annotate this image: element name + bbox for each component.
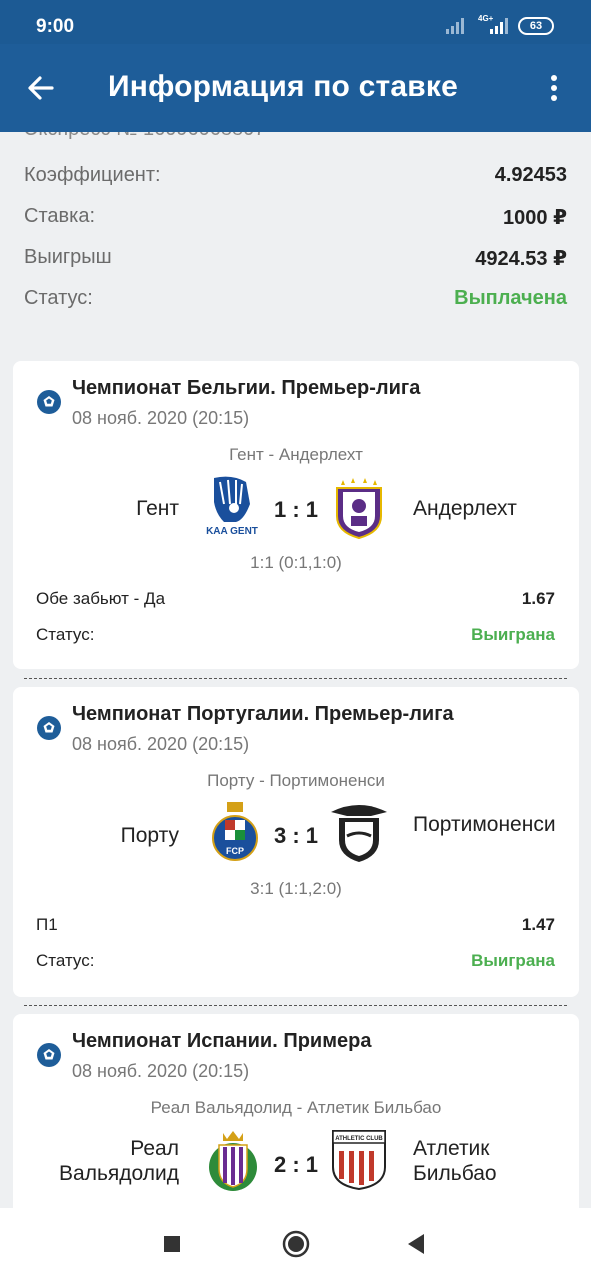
athletic-bilbao-logo-icon: ATHLETIC CLUB <box>332 1130 386 1191</box>
summary-value: 1000 ₽ <box>503 207 567 229</box>
divider <box>24 678 567 679</box>
battery-indicator: 63 <box>518 17 554 35</box>
event-date: 08 нояб. 2020 (20:15) <box>72 734 250 754</box>
home-team: Реал Вальядолид <box>59 1137 179 1185</box>
soccer-ball-icon <box>37 716 61 740</box>
app-bar: Информация по ставке <box>0 44 591 132</box>
home-icon[interactable] <box>280 1228 312 1260</box>
event-card[interactable]: Чемпионат Португалии. Премьер-лига 08 но… <box>13 687 579 997</box>
score-detail: 3:1 (1:1,2:0) <box>250 879 342 898</box>
match-title: Порту - Портимоненси <box>207 771 385 790</box>
score-detail: 1:1 (0:1,1:0) <box>250 553 342 572</box>
summary-row-status: Статус: Выплачена <box>24 287 567 310</box>
summary-label: Коэффициент: <box>24 164 161 186</box>
away-team: Портимоненси <box>413 813 556 836</box>
portimonense-logo-icon <box>331 805 387 862</box>
signal-icon <box>490 18 508 34</box>
bet-row: Обе забьют - Да 1.67 <box>36 589 555 609</box>
league-name: Чемпионат Португалии. Премьер-лига <box>72 703 454 725</box>
bet-odds: 1.67 <box>521 589 555 608</box>
match-title: Гент - Андерлехт <box>229 445 363 464</box>
status-badge: Выплачена <box>454 287 567 309</box>
soccer-ball-icon <box>37 1043 61 1067</box>
status-time: 9:00 <box>36 16 75 37</box>
gent-logo-text: KAA GENT <box>206 526 258 537</box>
status-badge: Выиграна <box>471 625 555 644</box>
gent-logo-icon: KAA GENT <box>206 476 258 537</box>
bet-odds: 1.47 <box>521 915 555 934</box>
status-bar: 9:00 4G+ 63 <box>0 0 591 44</box>
divider <box>24 1005 567 1006</box>
athletic-logo-text: ATHLETIC CLUB <box>335 1136 383 1142</box>
page-title: Информация по ставке <box>108 70 458 103</box>
arrow-left-icon[interactable] <box>22 68 62 108</box>
status-row: Статус: Выиграна <box>36 625 555 645</box>
system-nav-bar <box>0 1208 591 1280</box>
more-vertical-icon[interactable] <box>540 70 568 106</box>
summary-row-coefficient: Коэффициент: 4.92453 <box>24 164 567 187</box>
away-team: Атлетик Бильбао <box>413 1137 497 1185</box>
back-icon[interactable] <box>402 1228 434 1260</box>
summary-value: 4924.53 ₽ <box>475 248 567 270</box>
summary-row-payout: Выигрыш 4924.53 ₽ <box>24 246 567 270</box>
bet-label: П1 <box>36 915 58 934</box>
signal-icon <box>446 18 464 34</box>
match-score: 1 : 1 <box>273 497 319 522</box>
summary-label: Статус: <box>24 287 93 309</box>
home-team: Порту <box>120 824 179 847</box>
summary-label: Ставка: <box>24 205 95 227</box>
match-score: 2 : 1 <box>273 1152 319 1177</box>
anderlecht-logo-icon <box>336 478 382 540</box>
event-date: 08 нояб. 2020 (20:15) <box>72 408 250 428</box>
status-badge: Выиграна <box>471 951 555 970</box>
match-score: 3 : 1 <box>273 823 319 848</box>
event-card[interactable]: Чемпионат Испании. Примера 08 нояб. 2020… <box>13 1014 579 1234</box>
bet-summary: Экспресс № 16096068807 Коэффициент: 4.92… <box>0 132 591 348</box>
summary-row-stake: Ставка: 1000 ₽ <box>24 205 567 229</box>
status-label: Статус: <box>36 951 95 970</box>
bet-label: Обе забьют - Да <box>36 589 166 608</box>
status-row: Статус: Выиграна <box>36 951 555 971</box>
league-name: Чемпионат Бельгии. Премьер-лига <box>72 377 421 399</box>
league-name: Чемпионат Испании. Примера <box>72 1030 372 1052</box>
event-date: 08 нояб. 2020 (20:15) <box>72 1061 250 1081</box>
bet-type-label: Экспресс № 16096068807 <box>24 132 265 141</box>
porto-logo-text: FCP <box>226 846 244 856</box>
status-label: Статус: <box>36 625 95 644</box>
event-card[interactable]: Чемпионат Бельгии. Премьер-лига 08 нояб.… <box>13 361 579 669</box>
away-team: Андерлехт <box>413 497 517 520</box>
soccer-ball-icon <box>37 390 61 414</box>
recent-apps-icon[interactable] <box>156 1228 188 1260</box>
match-title: Реал Вальядолид - Атлетик Бильбао <box>150 1098 442 1117</box>
bet-row: П1 1.47 <box>36 915 555 935</box>
summary-label: Выигрыш <box>24 246 112 268</box>
home-team: Гент <box>136 497 179 520</box>
summary-value: 4.92453 <box>494 164 567 186</box>
